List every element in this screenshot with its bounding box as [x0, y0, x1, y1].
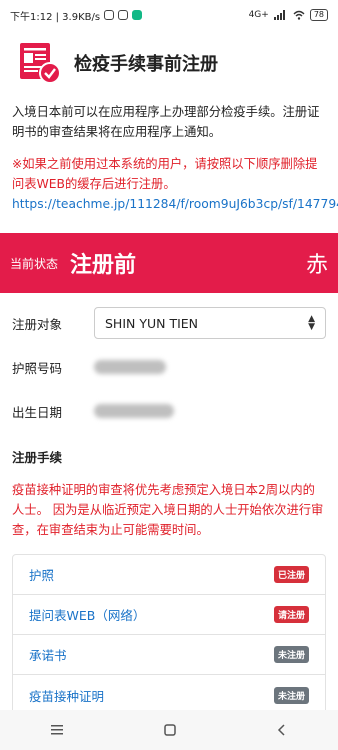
list-item-label: 疫苗接种证明	[29, 688, 105, 704]
list-item-vaccination[interactable]: 疫苗接种证明 未注册	[13, 675, 325, 715]
app-notification-icon	[118, 10, 129, 20]
chat-notification-icon	[132, 10, 143, 20]
dob-row: 出生日期	[0, 389, 338, 433]
passport-row: 护照号码	[0, 345, 338, 389]
wifi-icon	[293, 10, 305, 20]
target-label: 注册对象	[12, 316, 63, 332]
status-badge: 未注册	[273, 686, 309, 704]
cache-instructions-link[interactable]: https://teachme.jp/111284/f/room9uJ6b3cp…	[0, 194, 338, 214]
list-item-label: 承诺书	[29, 648, 67, 663]
status-badge: 已注册	[273, 566, 309, 583]
procedures-title: 注册手续	[12, 450, 63, 465]
system-status-bar: 下午1:12 | 3.9KB/s 4G+ 78	[0, 0, 338, 30]
status-label: 当前状态	[10, 256, 59, 271]
home-square-icon[interactable]	[163, 723, 177, 737]
select-caret-icon: ▲ ▼	[308, 314, 315, 332]
system-navigation-bar	[0, 710, 338, 750]
list-item-label: 提问表WEB（网络）	[29, 608, 146, 623]
procedures-list: 护照 已注册 提问表WEB（网络） 请注册 承诺书 未注册 疫苗接种证明 未注册	[12, 554, 326, 716]
back-chevron-icon[interactable]	[275, 723, 289, 737]
network-type: 4G+	[248, 10, 269, 20]
select-value: SHIN YUN TIEN	[105, 315, 199, 331]
registration-target-select[interactable]: SHIN YUN TIEN ▲ ▼	[94, 307, 326, 339]
page-title: 检疫手续事前注册	[74, 54, 218, 75]
registration-form-check-icon	[18, 41, 62, 85]
status-left: 下午1:12 | 3.9KB/s	[10, 8, 143, 23]
status-color-label: 赤	[305, 253, 328, 278]
dob-redacted	[94, 404, 174, 418]
menu-icon[interactable]	[49, 723, 65, 737]
dob-label: 出生日期	[12, 404, 63, 420]
intro-text: 入境日本前可以在应用程序上办理部分检疫手续。注册证明书的审查结果将在应用程序上通…	[12, 105, 320, 139]
status-time-speed: 下午1:12 | 3.9KB/s	[10, 11, 101, 23]
list-item-pledge[interactable]: 承诺书 未注册	[13, 635, 325, 675]
signal-icon	[273, 10, 285, 20]
procedures-note: 疫苗接种证明的审查将优先考虑预定入境日本2周以内的人士。 因为是从临近预定入境日…	[12, 483, 324, 537]
registration-target-row: 注册对象 SHIN YUN TIEN ▲ ▼	[0, 301, 338, 345]
battery-indicator: 78	[309, 9, 328, 21]
passport-number-redacted	[94, 360, 166, 374]
registration-status-banner: 当前状态 注册前 赤	[0, 233, 338, 293]
status-right: 4G+ 78	[249, 9, 328, 21]
status-value: 注册前	[70, 253, 137, 278]
list-item-questionnaire[interactable]: 提问表WEB（网络） 请注册	[13, 595, 325, 635]
app-header: 检疫手续事前注册	[0, 30, 338, 88]
list-item-passport[interactable]: 护照 已注册	[13, 555, 325, 595]
alarm-icon	[104, 10, 115, 20]
status-badge: 请注册	[273, 606, 309, 623]
passport-label: 护照号码	[12, 360, 63, 376]
list-item-label: 护照	[29, 568, 55, 583]
status-badge: 未注册	[273, 646, 309, 663]
cache-notice-text: ※如果之前使用过本系统的用户，请按照以下顺序删除提问表WEB的缓存后进行注册。	[12, 157, 318, 191]
